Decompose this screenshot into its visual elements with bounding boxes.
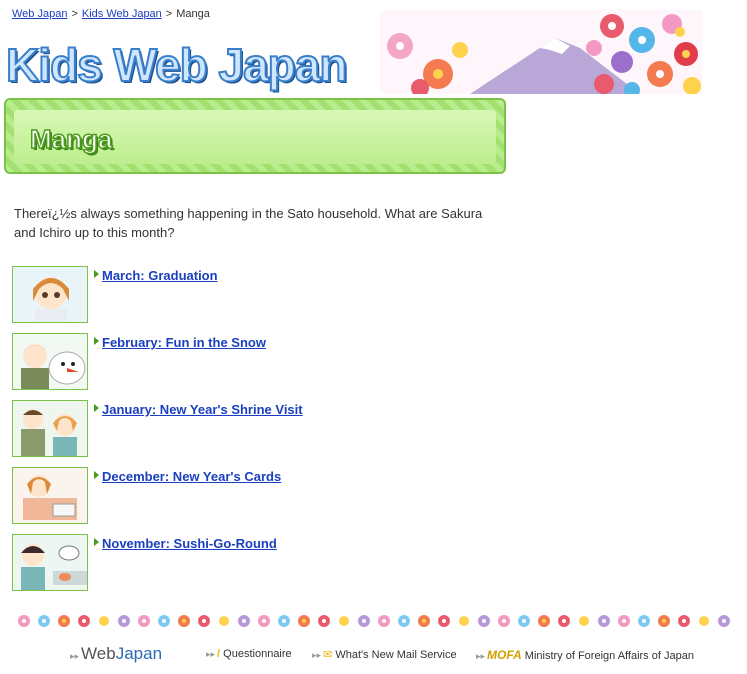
mofa-logo: MOFA	[487, 648, 522, 662]
footer-ministry-label: Ministry of Foreign Affairs of Japan	[524, 650, 694, 662]
sushi-icon[interactable]	[12, 534, 88, 591]
list-item: January: New Year's Shrine Visit	[12, 400, 492, 467]
chevron-right-icon: ▸▸	[476, 651, 486, 661]
chevron-right-icon: ▸▸	[312, 650, 322, 660]
manga-link-november[interactable]: November: Sushi-Go-Round	[102, 536, 277, 551]
mail-icon: ✉	[323, 649, 333, 661]
link-arrow-icon	[94, 337, 99, 345]
link-arrow-icon	[94, 538, 99, 546]
flower-border-decoration	[18, 615, 730, 627]
manga-link-december[interactable]: December: New Year's Cards	[102, 469, 281, 484]
page-title: Manga	[29, 123, 113, 155]
link-arrow-icon	[94, 270, 99, 278]
site-logo[interactable]: Kids Web Japan	[5, 38, 348, 92]
pencil-icon: /	[217, 648, 221, 660]
manga-list: March: Graduation February: Fun in the S…	[12, 266, 492, 601]
chevron-right-icon: ▸▸	[70, 651, 80, 661]
site-banner: Kids Web Japan	[0, 10, 702, 94]
link-arrow-icon	[94, 404, 99, 412]
list-item: March: Graduation	[12, 266, 492, 333]
banner-flowers-mountain-art	[380, 10, 702, 94]
snowman-icon[interactable]	[12, 333, 88, 390]
list-item: November: Sushi-Go-Round	[12, 534, 492, 601]
manga-link-march[interactable]: March: Graduation	[102, 268, 218, 283]
graduation-girl-icon[interactable]	[12, 266, 88, 323]
list-item: February: Fun in the Snow	[12, 333, 492, 400]
footer-mail-label: What's New Mail Service	[335, 649, 457, 661]
footer-web-label: Web	[81, 644, 116, 663]
manga-link-february[interactable]: February: Fun in the Snow	[102, 335, 266, 350]
new-years-cards-icon[interactable]	[12, 467, 88, 524]
shrine-visit-icon[interactable]	[12, 400, 88, 457]
footer: ▸▸ WebJapan ▸▸ / Questionnaire ▸▸ ✉ What's …	[70, 644, 710, 668]
manga-link-january[interactable]: January: New Year's Shrine Visit	[102, 402, 303, 417]
chevron-right-icon: ▸▸	[206, 649, 216, 659]
footer-link-mofa[interactable]: ▸▸ MOFA Ministry of Foreign Affairs of Ja…	[476, 648, 694, 662]
footer-link-questionnaire[interactable]: ▸▸ / Questionnaire	[206, 648, 292, 660]
intro-text: Thereï¿½s always something happening in …	[14, 206, 483, 240]
list-item: December: New Year's Cards	[12, 467, 492, 534]
section-header: Manga	[4, 98, 506, 174]
link-arrow-icon	[94, 471, 99, 479]
footer-link-mail-service[interactable]: ▸▸ ✉ What's New Mail Service	[312, 648, 457, 661]
footer-link-web-japan[interactable]: ▸▸ WebJapan	[70, 644, 162, 664]
footer-japan-label: Japan	[115, 644, 163, 663]
footer-questionnaire-label: Questionnaire	[223, 648, 292, 660]
